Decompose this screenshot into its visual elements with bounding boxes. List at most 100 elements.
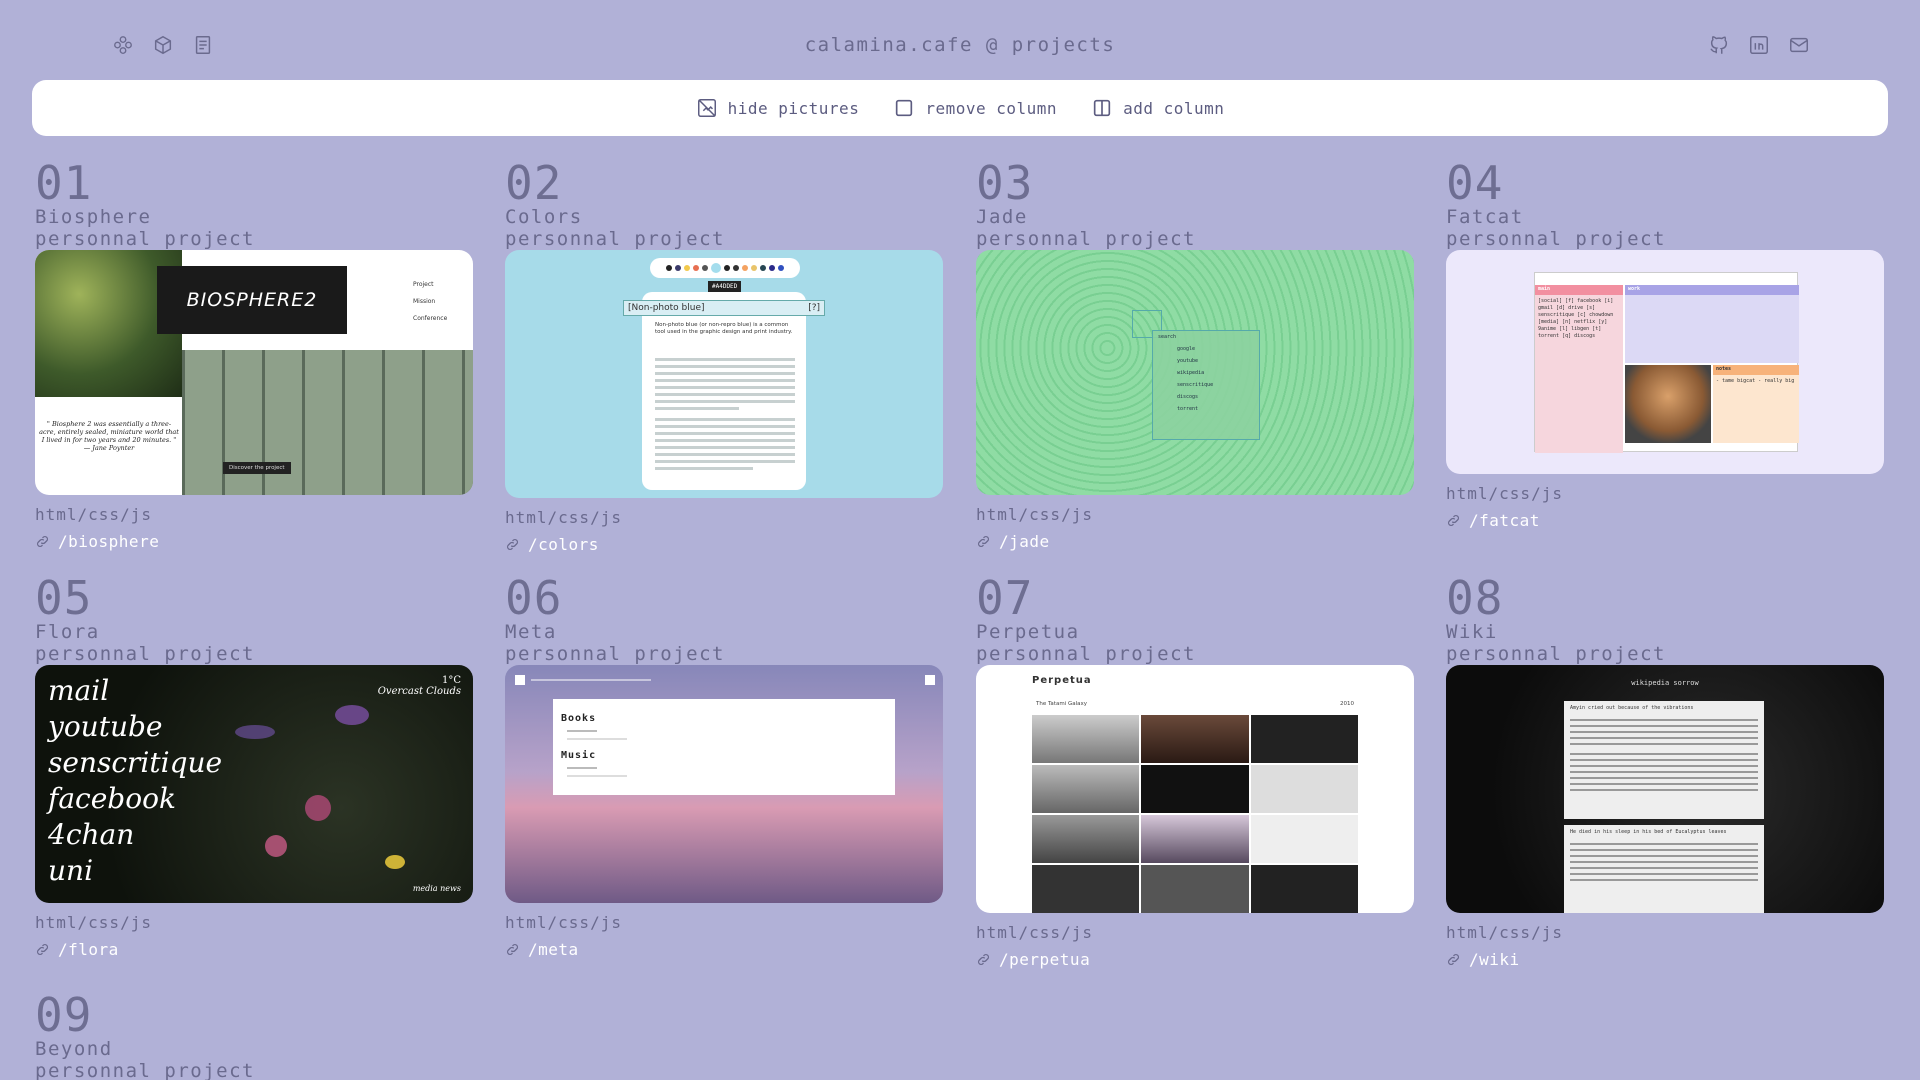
project-link[interactable]: /meta — [505, 940, 943, 959]
color-swatches — [650, 258, 800, 278]
project-link-label: /fatcat — [1469, 511, 1540, 530]
hide-image-icon — [697, 99, 716, 117]
project-name: Meta — [505, 621, 557, 643]
project-tech: html/css/js — [976, 505, 1093, 524]
project-link-label: /jade — [999, 532, 1050, 551]
column-title: main — [1535, 285, 1623, 295]
add-column-button[interactable]: add column — [1091, 97, 1224, 119]
project-thumbnail[interactable]: wikipedia sorrow Amyin cried out because… — [1446, 665, 1884, 913]
thumb-year: 2010 — [1340, 701, 1354, 707]
project-link[interactable]: /biosphere — [35, 532, 473, 551]
project-thumbnail[interactable]: BIOSPHERE2 Project Mission Conference " … — [35, 250, 473, 495]
thumb-link: mail — [48, 674, 110, 707]
thumb-link: senscritique — [1177, 382, 1214, 388]
project-type: personnal project — [505, 643, 725, 665]
project-name: Colors — [505, 206, 583, 228]
project-name: Perpetua — [976, 621, 1080, 643]
main-column: main [social] [f] facebook [i] gmail [d] … — [1535, 285, 1623, 453]
project-thumbnail[interactable]: mail youtube senscritique facebook 4chan… — [35, 665, 473, 903]
project-number: 04 — [1446, 156, 1504, 210]
header: calamina.cafe @ projects — [0, 0, 1920, 80]
github-icon[interactable] — [1708, 34, 1730, 56]
project-number: 02 — [505, 156, 563, 210]
thumb-link: discogs — [1177, 394, 1199, 400]
thumb-section: Music — [561, 750, 597, 761]
toolbar: hide pictures remove column add column — [32, 80, 1888, 136]
project-number: 07 — [976, 571, 1034, 625]
project-thumbnail[interactable]: main [social] [f] facebook [i] gmail [d] … — [1446, 250, 1884, 474]
project-name: Beyond — [35, 1038, 113, 1060]
project-card: 03 Jade personnal project search google … — [976, 160, 1414, 551]
remove-column-button[interactable]: remove column — [893, 97, 1057, 119]
hex-code: #A4DDED — [708, 281, 742, 292]
project-link[interactable]: /jade — [976, 532, 1414, 551]
project-type: personnal project — [35, 643, 255, 665]
project-tech: html/css/js — [505, 508, 622, 527]
project-tech: html/css/js — [976, 923, 1093, 942]
columns-icon — [1093, 99, 1111, 117]
thumb-entry: Amyin cried out because of the vibration… — [1570, 705, 1694, 711]
thumb-link: 4chan — [48, 818, 135, 851]
link-icon — [507, 944, 518, 955]
help-text: [?] — [808, 303, 820, 313]
thumb-conditions: Overcast Clouds — [377, 686, 461, 697]
project-name: Flora — [35, 621, 100, 643]
main-links: [social] [f] facebook [i] gmail [d] driv… — [1538, 298, 1614, 339]
thumb-link-list: mail youtube senscritique facebook 4chan… — [48, 673, 222, 889]
thumb-link: senscritique — [48, 746, 223, 779]
flower-shape — [305, 795, 331, 821]
project-thumbnail[interactable]: Perpetua The Tatami Galaxy 2010 — [976, 665, 1414, 913]
project-card: 08 Wiki personnal project wikipedia sorr… — [1446, 575, 1884, 969]
thumb-page: He died in his sleep in his bed of Eucal… — [1564, 825, 1764, 913]
thumb-app-window: main [social] [f] facebook [i] gmail [d] … — [1534, 272, 1799, 453]
thumb-image-grid — [1032, 715, 1358, 913]
project-thumbnail[interactable]: #A4DDED [Non-photo blue] [?] Non-photo bl… — [505, 250, 943, 498]
work-column: work — [1625, 285, 1799, 363]
column-title: notes — [1713, 365, 1799, 375]
project-thumbnail[interactable]: Books Music — [505, 665, 943, 903]
project-link[interactable]: /perpetua — [976, 950, 1414, 969]
flower-shape — [235, 725, 275, 739]
mail-icon[interactable] — [1788, 34, 1810, 56]
column-title: work — [1625, 285, 1799, 295]
project-number: 09 — [35, 988, 93, 1042]
project-name: Biosphere — [35, 206, 152, 228]
project-thumbnail[interactable]: search google youtube wikipedia senscrit… — [976, 250, 1414, 495]
project-link-label: /wiki — [1469, 950, 1520, 969]
project-type: personnal project — [1446, 643, 1666, 665]
thumb-link: torrent — [1177, 406, 1199, 412]
text-lines — [655, 358, 795, 474]
link-icon — [978, 536, 989, 547]
project-number: 03 — [976, 156, 1034, 210]
project-card: 07 Perpetua personnal project Perpetua T… — [976, 575, 1414, 969]
project-type: personnal project — [1446, 228, 1666, 250]
hide-pictures-button[interactable]: hide pictures — [696, 97, 860, 119]
thumb-section: Books — [561, 713, 597, 724]
thumb-temperature: 1°C — [441, 675, 461, 686]
linkedin-icon[interactable] — [1748, 34, 1770, 56]
color-caption: Non-photo blue (or non-repro blue) is a … — [655, 322, 793, 335]
project-name: Wiki — [1446, 621, 1498, 643]
link-icon — [1448, 515, 1459, 526]
project-tech: html/css/js — [1446, 484, 1563, 503]
project-number: 06 — [505, 571, 563, 625]
project-link-label: /meta — [528, 940, 579, 959]
project-link-label: /flora — [58, 940, 119, 959]
link-icon — [37, 944, 48, 955]
project-card: 01 Biosphere personnal project BIOSPHERE… — [35, 160, 473, 551]
notes-text: - tame bigcat - really big — [1716, 378, 1795, 384]
project-link[interactable]: /flora — [35, 940, 473, 959]
social-links — [1708, 34, 1810, 56]
project-type: personnal project — [35, 228, 255, 250]
project-link[interactable]: /colors — [505, 535, 943, 554]
thumb-quote: " Biosphere 2 was essentially a three-ac… — [39, 420, 179, 452]
thumb-panel: Books Music — [553, 699, 895, 795]
project-link[interactable]: /wiki — [1446, 950, 1884, 969]
thumb-entry: He died in his sleep in his bed of Eucal… — [1570, 829, 1727, 835]
flower-shape — [335, 705, 369, 725]
project-name: Jade — [976, 206, 1028, 228]
project-name: Fatcat — [1446, 206, 1524, 228]
thumb-title: Perpetua — [1032, 675, 1092, 686]
project-link-label: /biosphere — [58, 532, 160, 551]
project-link[interactable]: /fatcat — [1446, 511, 1884, 530]
